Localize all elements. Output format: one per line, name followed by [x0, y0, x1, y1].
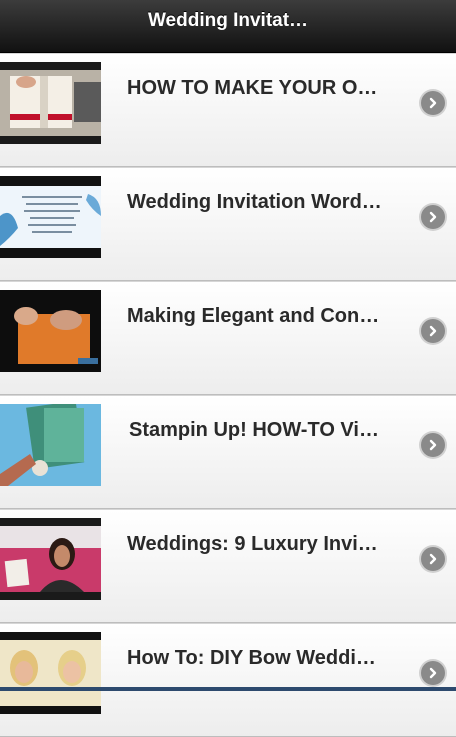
video-list: HOW TO MAKE YOUR O… Wedding Invitation W… [0, 53, 456, 737]
chevron-right-circle-icon[interactable] [421, 433, 445, 457]
video-title: Wedding Invitation Word… [127, 191, 382, 213]
app-header: Wedding Invitat… [0, 0, 456, 53]
video-title: Making Elegant and Con… [127, 305, 380, 327]
list-item[interactable]: Making Elegant and Con… [0, 281, 456, 395]
bottom-edge [0, 687, 456, 691]
video-thumbnail [0, 290, 101, 372]
page-title: Wedding Invitat… [147, 10, 309, 31]
chevron-right-circle-icon[interactable] [421, 91, 445, 115]
list-item[interactable]: HOW TO MAKE YOUR O… [0, 53, 456, 167]
list-item[interactable]: Wedding Invitation Word… [0, 167, 456, 281]
list-item[interactable]: How To: DIY Bow Weddi… [0, 623, 456, 737]
chevron-right-circle-icon[interactable] [421, 319, 445, 343]
list-item[interactable]: Weddings: 9 Luxury Invi… [0, 509, 456, 623]
video-title: HOW TO MAKE YOUR O… [127, 77, 378, 99]
video-thumbnail [0, 518, 101, 600]
video-title: Weddings: 9 Luxury Invi… [127, 533, 378, 555]
video-thumbnail [0, 404, 101, 486]
video-title: Stampin Up! HOW-TO Vi… [129, 419, 379, 441]
video-thumbnail [0, 632, 101, 714]
video-title: How To: DIY Bow Weddi… [127, 647, 376, 669]
list-item[interactable]: Stampin Up! HOW-TO Vi… [0, 395, 456, 509]
video-thumbnail [0, 176, 101, 258]
chevron-right-circle-icon[interactable] [421, 661, 445, 685]
chevron-right-circle-icon[interactable] [421, 205, 445, 229]
video-thumbnail [0, 62, 101, 144]
chevron-right-circle-icon[interactable] [421, 547, 445, 571]
